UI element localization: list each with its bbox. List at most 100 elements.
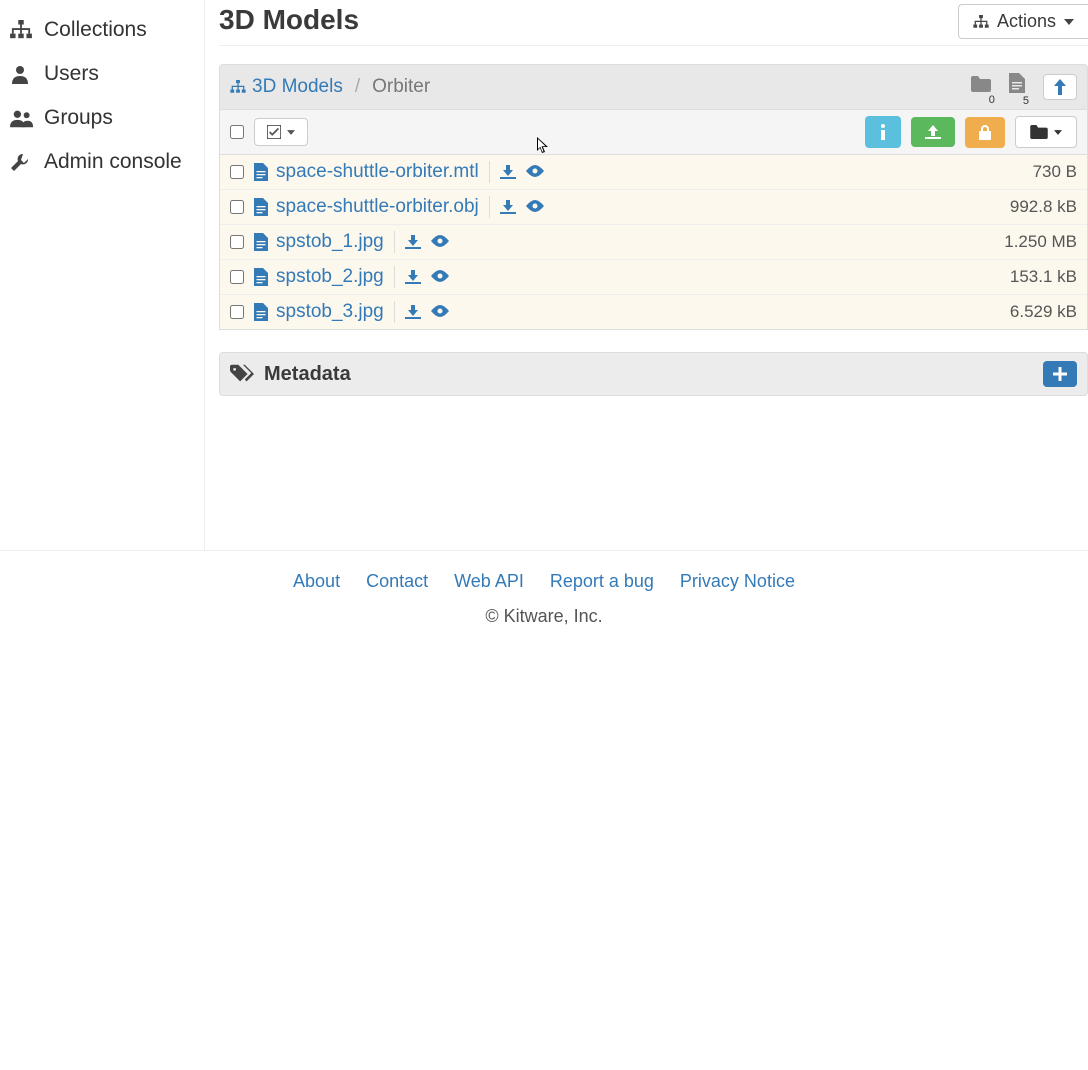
footer-links: About Contact Web API Report a bug Privacy N… [0, 571, 1088, 592]
sidebar-item-label: Users [44, 62, 99, 86]
breadcrumb: 3D Models / Orbiter [230, 76, 430, 98]
view-button[interactable] [431, 270, 449, 284]
download-button[interactable] [500, 200, 516, 214]
metadata-section: Metadata [219, 352, 1088, 396]
download-icon [405, 270, 421, 284]
footer-link[interactable]: Web API [454, 571, 524, 592]
download-icon [405, 235, 421, 249]
sidebar-item-label: Admin console [44, 150, 182, 174]
download-button[interactable] [500, 165, 516, 179]
sidebar: Collections Users Groups Admin console [0, 0, 205, 550]
sidebar-item-label: Groups [44, 106, 113, 130]
file-icon [254, 303, 268, 321]
upload-button[interactable] [911, 117, 955, 147]
sitemap-icon [973, 15, 989, 29]
eye-icon [431, 270, 449, 282]
view-button[interactable] [431, 235, 449, 249]
file-name: spstob_2.jpg [276, 266, 384, 288]
footer-link[interactable]: Contact [366, 571, 428, 592]
eye-icon [526, 165, 544, 177]
file-checkbox[interactable] [230, 270, 244, 284]
caret-down-icon [287, 130, 295, 135]
caret-down-icon [1054, 130, 1062, 135]
select-all-checkbox[interactable] [230, 125, 244, 139]
download-button[interactable] [405, 235, 421, 249]
sidebar-item-label: Collections [44, 18, 147, 42]
file-row: space-shuttle-orbiter.obj 992.8 kB [220, 189, 1087, 224]
caret-down-icon [1064, 19, 1074, 25]
eye-icon [431, 235, 449, 247]
lock-button[interactable] [965, 117, 1005, 148]
file-list: space-shuttle-orbiter.mtl730 Bspace-shut… [219, 155, 1088, 330]
folder-dropdown-button[interactable] [1015, 116, 1077, 148]
plus-icon [1053, 367, 1067, 381]
download-icon [405, 305, 421, 319]
file-link[interactable]: space-shuttle-orbiter.obj [254, 196, 490, 218]
file-count: 5 [1009, 73, 1031, 101]
file-size: 992.8 kB [1010, 197, 1077, 217]
eye-icon [526, 200, 544, 212]
download-icon [500, 165, 516, 179]
file-checkbox[interactable] [230, 305, 244, 319]
file-name: space-shuttle-orbiter.obj [276, 196, 479, 218]
footer: About Contact Web API Report a bug Privacy N… [0, 550, 1088, 637]
actions-dropdown-button[interactable]: Actions [958, 4, 1088, 39]
upload-icon [925, 125, 941, 139]
main-content: 3D Models Actions 3D Models / Orbiter [205, 0, 1088, 550]
footer-link[interactable]: Privacy Notice [680, 571, 795, 592]
file-row: spstob_2.jpg153.1 kB [220, 259, 1087, 294]
view-button[interactable] [526, 165, 544, 179]
sidebar-item-users[interactable]: Users [6, 52, 198, 96]
info-icon [879, 124, 887, 140]
file-row: space-shuttle-orbiter.mtl 730 B [220, 155, 1087, 189]
user-icon [10, 64, 34, 84]
wrench-icon [10, 152, 34, 172]
view-button[interactable] [431, 305, 449, 319]
lock-icon [979, 125, 991, 140]
file-name: spstob_3.jpg [276, 301, 384, 323]
breadcrumb-current: Orbiter [372, 76, 430, 98]
info-button[interactable] [865, 116, 901, 148]
file-link[interactable]: spstob_1.jpg [254, 231, 395, 253]
actions-label: Actions [997, 11, 1056, 32]
file-size: 6.529 kB [1010, 302, 1077, 322]
file-size: 1.250 MB [1004, 232, 1077, 252]
file-icon [254, 198, 268, 216]
sidebar-item-admin-console[interactable]: Admin console [6, 140, 198, 184]
file-link[interactable]: spstob_3.jpg [254, 301, 395, 323]
file-row: spstob_1.jpg 1.250 MB [220, 224, 1087, 259]
sidebar-item-groups[interactable]: Groups [6, 96, 198, 140]
file-checkbox[interactable] [230, 200, 244, 214]
file-link[interactable]: space-shuttle-orbiter.mtl [254, 161, 490, 183]
file-name: space-shuttle-orbiter.mtl [276, 161, 479, 183]
breadcrumb-bar: 3D Models / Orbiter 0 5 [219, 64, 1088, 110]
file-checkbox[interactable] [230, 165, 244, 179]
footer-link[interactable]: Report a bug [550, 571, 654, 592]
folder-count: 0 [971, 75, 997, 100]
view-button[interactable] [526, 200, 544, 214]
users-icon [10, 108, 34, 128]
checked-actions-dropdown[interactable] [254, 118, 308, 146]
file-row: spstob_3.jpg 6.529 kB [220, 294, 1087, 329]
metadata-label: Metadata [264, 363, 351, 386]
check-square-icon [267, 125, 281, 139]
footer-link[interactable]: About [293, 571, 340, 592]
sitemap-icon [10, 20, 34, 40]
folder-icon [1030, 125, 1048, 139]
download-icon [500, 200, 516, 214]
download-button[interactable] [405, 270, 421, 284]
file-name: spstob_1.jpg [276, 231, 384, 253]
file-icon [254, 163, 268, 181]
download-button[interactable] [405, 305, 421, 319]
breadcrumb-separator: / [349, 76, 366, 98]
file-link[interactable]: spstob_2.jpg [254, 266, 395, 288]
add-metadata-button[interactable] [1043, 361, 1077, 387]
copyright: © Kitware, Inc. [0, 606, 1088, 627]
page-title: 3D Models [219, 4, 359, 36]
sidebar-item-collections[interactable]: Collections [6, 8, 198, 52]
file-checkbox[interactable] [230, 235, 244, 249]
go-up-button[interactable] [1043, 74, 1077, 100]
file-size: 730 B [1033, 162, 1077, 182]
breadcrumb-root-link[interactable]: 3D Models [252, 76, 343, 98]
tags-icon [230, 364, 254, 384]
